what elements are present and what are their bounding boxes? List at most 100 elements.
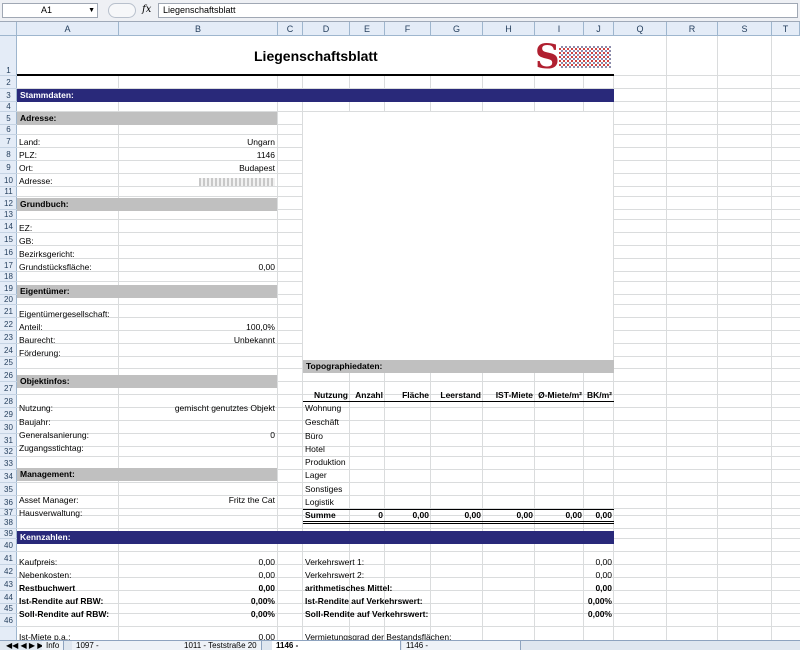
col-header-i[interactable]: I <box>535 22 584 36</box>
soll-rendite-rbw-value[interactable]: 0,00% <box>177 609 275 619</box>
row-header[interactable]: 28 <box>0 395 17 408</box>
row-header[interactable]: 13 <box>0 210 17 220</box>
row-header[interactable]: 1 <box>0 36 17 76</box>
row-header[interactable]: 10 <box>0 174 17 187</box>
row-header[interactable]: 4 <box>0 102 17 112</box>
sheet-tab-bar: ◀◀ ◀ ▶ ▶▶ Info 1097 - 1011 - Teststraße … <box>0 640 800 650</box>
col-header-d[interactable]: D <box>303 22 350 36</box>
col-header-c[interactable]: C <box>278 22 303 36</box>
row-header[interactable]: 24 <box>0 344 17 357</box>
row-header[interactable]: 11 <box>0 187 17 197</box>
col-header-f[interactable]: F <box>385 22 431 36</box>
kaufpreis-value[interactable]: 0,00 <box>177 557 275 567</box>
row-header[interactable]: 45 <box>0 604 17 614</box>
row-header[interactable]: 29 <box>0 408 17 421</box>
col-header-q[interactable]: Q <box>614 22 667 36</box>
topo-header-anzahl: Anzahl <box>355 390 383 400</box>
row-header[interactable]: 41 <box>0 552 17 565</box>
row-header[interactable]: 9 <box>0 161 17 174</box>
row-header[interactable]: 26 <box>0 369 17 382</box>
nebenkosten-value[interactable]: 0,00 <box>177 570 275 580</box>
row-header[interactable]: 27 <box>0 382 17 395</box>
function-icon[interactable]: fx <box>142 4 151 15</box>
row-header[interactable]: 16 <box>0 246 17 259</box>
restbuchwert-value[interactable]: 0,00 <box>177 583 275 593</box>
row-header[interactable]: 12 <box>0 197 17 210</box>
name-box[interactable]: A1 ▼ <box>2 3 98 18</box>
row-header[interactable]: 8 <box>0 148 17 161</box>
topo-summe-ist[interactable]: 0,00 <box>483 510 533 520</box>
row-header[interactable]: 6 <box>0 125 17 135</box>
mittel-value[interactable]: 0,00 <box>547 583 612 593</box>
topo-summe-leerstand[interactable]: 0,00 <box>431 510 481 520</box>
col-header-r[interactable]: R <box>667 22 718 36</box>
soll-rendite-vw-value[interactable]: 0,00% <box>547 609 612 619</box>
col-header-s[interactable]: S <box>718 22 772 36</box>
verkehrswert1-value[interactable]: 0,00 <box>547 557 612 567</box>
row-header[interactable]: 3 <box>0 89 17 102</box>
asset-manager-value[interactable]: Fritz the Cat <box>177 495 275 505</box>
baurecht-value[interactable]: Unbekannt <box>177 335 275 345</box>
row-header[interactable]: 33 <box>0 457 17 470</box>
row-header[interactable]: 38 <box>0 516 17 529</box>
topo-summe-avg[interactable]: 0,00 <box>535 510 582 520</box>
topo-summe-anzahl[interactable]: 0 <box>350 510 383 520</box>
row-header[interactable]: 17 <box>0 259 17 272</box>
row-header[interactable]: 30 <box>0 421 17 434</box>
grundstuecksflaeche-value[interactable]: 0,00 <box>177 262 275 272</box>
col-header-b[interactable]: B <box>119 22 278 36</box>
row-header[interactable]: 5 <box>0 112 17 125</box>
col-header-g[interactable]: G <box>431 22 483 36</box>
tab-1146-second[interactable]: 1146 - <box>402 641 521 650</box>
row-header[interactable]: 31 <box>0 434 17 447</box>
row-header[interactable]: 25 <box>0 357 17 369</box>
sanierung-value[interactable]: 0 <box>177 430 275 440</box>
formula-input[interactable]: Liegenschaftsblatt <box>158 3 798 18</box>
row-header[interactable]: 39 <box>0 529 17 539</box>
row-header[interactable]: 2 <box>0 76 17 89</box>
row-header[interactable]: 7 <box>0 135 17 148</box>
land-value[interactable]: Ungarn <box>177 137 275 147</box>
anteil-value[interactable]: 100,0% <box>177 322 275 332</box>
row-header[interactable]: 37 <box>0 509 17 517</box>
topo-summe-bk[interactable]: 0,00 <box>584 510 612 520</box>
row-header[interactable]: 15 <box>0 233 17 246</box>
row-header[interactable]: 19 <box>0 282 17 295</box>
row-header[interactable]: 18 <box>0 272 17 282</box>
row-header[interactable]: 46 <box>0 614 17 627</box>
row-header[interactable]: 14 <box>0 220 17 233</box>
tab-info[interactable]: Info <box>42 641 65 650</box>
topo-summe-flaeche[interactable]: 0,00 <box>385 510 429 520</box>
verkehrswert2-value[interactable]: 0,00 <box>547 570 612 580</box>
row-header[interactable]: 35 <box>0 483 17 496</box>
row-header[interactable]: 20 <box>0 295 17 305</box>
col-header-e[interactable]: E <box>350 22 385 36</box>
row-header[interactable]: 21 <box>0 305 17 318</box>
ist-miete-value[interactable]: 0,00 <box>177 632 275 640</box>
tab-1011-teststrasse[interactable]: 1011 - Teststraße 20 <box>180 641 262 650</box>
tab-1146-active[interactable]: 1146 - <box>272 641 401 650</box>
col-header-j[interactable]: J <box>584 22 614 36</box>
row-header[interactable]: 43 <box>0 578 17 591</box>
ist-rendite-vw-value[interactable]: 0,00% <box>547 596 612 606</box>
row-header[interactable]: 32 <box>0 447 17 457</box>
select-all-corner[interactable] <box>0 22 17 36</box>
nutzung-value[interactable]: gemischt genutztes Objekt <box>157 403 275 413</box>
sheet-grid[interactable]: Liegenschaftsblatt S Stammdaten: Adresse… <box>17 36 800 640</box>
col-header-a[interactable]: A <box>17 22 119 36</box>
col-header-h[interactable]: H <box>483 22 535 36</box>
formula-buttons[interactable] <box>108 3 136 18</box>
tab-1097[interactable]: 1097 - <box>72 641 181 650</box>
row-header[interactable]: 40 <box>0 539 17 552</box>
row-header[interactable]: 42 <box>0 565 17 578</box>
chevron-down-icon[interactable]: ▼ <box>88 4 95 17</box>
row-header[interactable]: 44 <box>0 591 17 604</box>
col-header-t[interactable]: T <box>772 22 800 36</box>
ist-rendite-rbw-value[interactable]: 0,00% <box>177 596 275 606</box>
row-header[interactable]: 22 <box>0 318 17 331</box>
row-header[interactable]: 34 <box>0 470 17 483</box>
plz-value[interactable]: 1146 <box>177 150 275 160</box>
row-header[interactable]: 23 <box>0 331 17 344</box>
soll-rendite-rbw-label: Soll-Rendite auf RBW: <box>19 609 110 619</box>
ort-value[interactable]: Budapest <box>177 163 275 173</box>
